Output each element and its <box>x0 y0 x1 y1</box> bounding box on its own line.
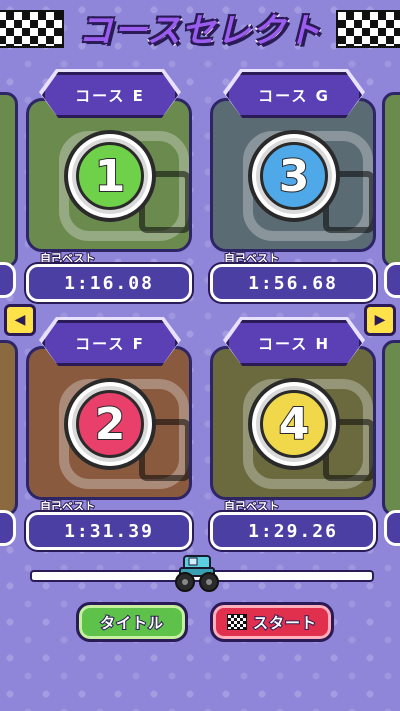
arrow-left-icon[interactable]: ◀ <box>4 304 36 336</box>
checkered-flag-icon <box>0 10 64 48</box>
adjacent-course-time <box>384 510 400 546</box>
course-card-g[interactable]: コース G 3 自己ベスト 1:56.68 <box>210 69 376 302</box>
title-button[interactable]: タイトル <box>76 602 188 642</box>
adjacent-course-time <box>0 510 16 546</box>
checkered-flag-icon <box>226 614 247 630</box>
adjacent-course-time <box>0 262 16 298</box>
course-card-h[interactable]: コース H 4 自己ベスト 1:29.26 <box>210 317 376 550</box>
best-time: 1:31.39 <box>26 512 192 550</box>
course-card-e[interactable]: コース E 1 自己ベスト 1:16.08 <box>26 69 192 302</box>
adjacent-course-card[interactable] <box>382 92 400 268</box>
best-time: 1:16.08 <box>26 264 192 302</box>
course-number-badge: 1 <box>64 130 156 222</box>
header: コースセレクト <box>0 0 400 62</box>
start-button-label: スタート <box>252 613 317 633</box>
start-button[interactable]: スタート <box>210 602 334 642</box>
course-number-badge: 3 <box>248 130 340 222</box>
course-number-badge: 4 <box>248 378 340 470</box>
course-number-badge: 2 <box>64 378 156 470</box>
adjacent-course-card[interactable] <box>0 340 18 516</box>
adjacent-course-time <box>384 262 400 298</box>
best-time: 1:29.26 <box>210 512 376 550</box>
adjacent-course-card[interactable] <box>382 340 400 516</box>
course-card-f[interactable]: コース F 2 自己ベスト 1:31.39 <box>26 317 192 550</box>
arrow-right-icon[interactable]: ▶ <box>364 304 396 336</box>
course-name-tag: コース G <box>226 72 362 118</box>
best-time: 1:56.68 <box>210 264 376 302</box>
adjacent-course-card[interactable] <box>0 92 18 268</box>
page-title: コースセレクト <box>77 9 322 52</box>
monster-truck-icon[interactable] <box>172 550 222 594</box>
course-name-tag: コース E <box>42 72 178 118</box>
course-name-tag: コース H <box>226 320 362 366</box>
title-button-label: タイトル <box>99 613 164 633</box>
checkered-flag-icon <box>336 10 400 48</box>
course-name-tag: コース F <box>42 320 178 366</box>
